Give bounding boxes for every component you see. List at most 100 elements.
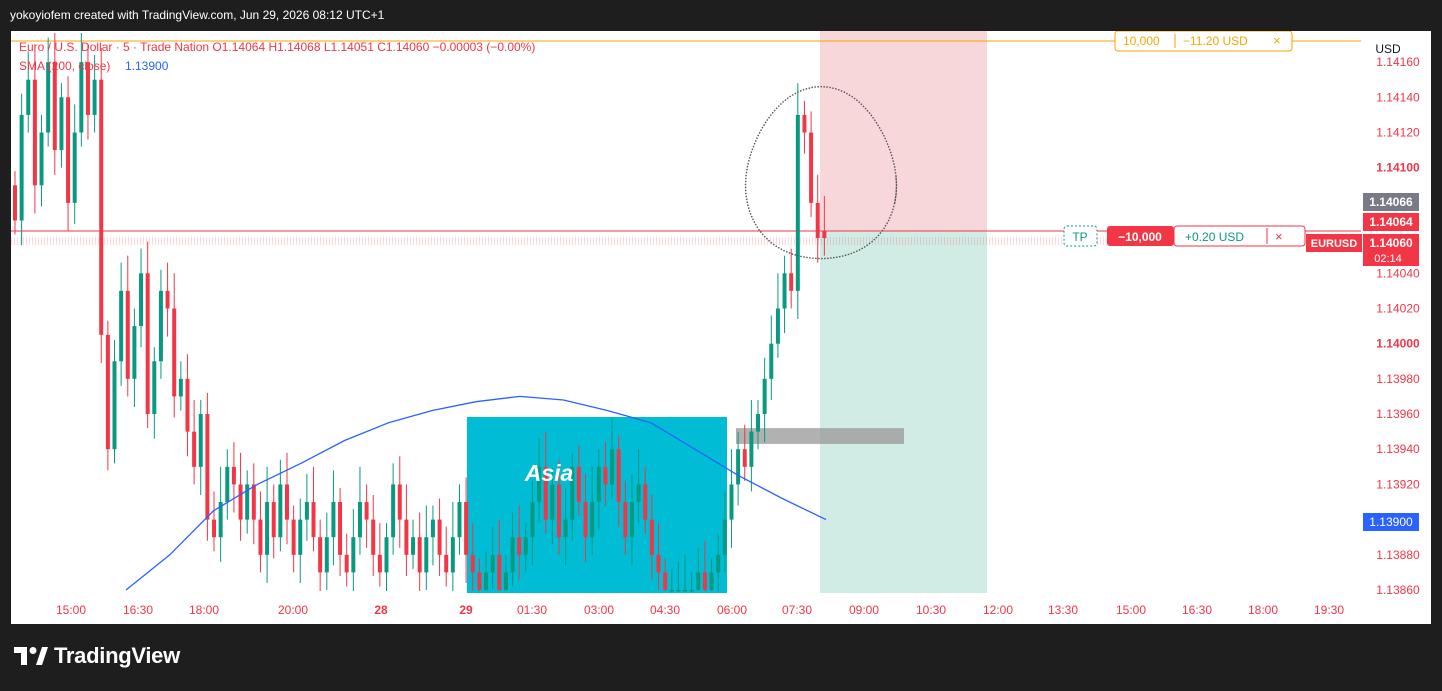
candle-body xyxy=(742,449,747,467)
candle-body xyxy=(318,537,323,573)
tp-tag: TP xyxy=(1072,230,1087,244)
tradingview-logo-icon xyxy=(14,647,48,665)
time-tick-label: 15:00 xyxy=(56,603,86,617)
candle-body xyxy=(815,202,820,239)
candle-body xyxy=(404,519,409,555)
price-axis[interactable]: USD 1.14160 1.14140 1.14120 1.14100 1.14040 1… xyxy=(1361,31,1431,597)
chart-panel[interactable]: Euro / U.S. Dollar · 5 · Trade Nation O1… xyxy=(11,30,1431,624)
candle-body xyxy=(285,484,289,520)
candle-body xyxy=(563,519,568,538)
take-profit-box[interactable]: TP −10,000 +0.20 USD × xyxy=(1063,225,1306,247)
candle-body xyxy=(709,572,714,590)
stop-loss-box[interactable]: 10,000 −11.20 USD × xyxy=(1114,30,1293,52)
candle-body xyxy=(583,502,588,538)
candle-body xyxy=(643,484,648,520)
candle-body xyxy=(139,273,144,327)
candle-body xyxy=(99,79,104,335)
high-price-tag: 1.14066 xyxy=(1369,195,1413,209)
time-tick-label: 04:30 xyxy=(650,603,680,617)
candle-body xyxy=(338,502,343,555)
tp-qty: −10,000 xyxy=(1118,230,1162,244)
candle-body xyxy=(795,114,800,291)
stop-loss-qty: 10,000 xyxy=(1123,34,1160,48)
candle-body xyxy=(271,502,276,538)
candle-body xyxy=(484,572,489,590)
candle-body xyxy=(762,378,767,415)
stop-loss-pnl: −11.20 USD xyxy=(1183,34,1248,48)
candle-body xyxy=(32,79,37,186)
candle-body xyxy=(464,502,469,555)
price-tick-label: 1.14020 xyxy=(1376,301,1420,315)
candle-body xyxy=(822,231,827,239)
candle-body xyxy=(716,554,721,573)
time-tick-label: 18:00 xyxy=(189,603,219,617)
candle-body xyxy=(105,334,110,450)
sma-price-tag: 1.13900 xyxy=(1369,515,1413,529)
time-tick-label: 28 xyxy=(374,603,388,617)
tp-close-icon[interactable]: × xyxy=(1275,229,1283,244)
time-tick-label: 18:00 xyxy=(1248,603,1278,617)
candle-body xyxy=(371,519,376,555)
candle-body xyxy=(391,484,396,538)
candle-body xyxy=(72,132,77,203)
candle-body xyxy=(736,449,741,485)
candle-body xyxy=(265,502,270,555)
candle-body xyxy=(311,502,316,538)
candle-body xyxy=(669,590,674,592)
price-chart[interactable]: Euro / U.S. Dollar · 5 · Trade Nation O1… xyxy=(11,30,1431,624)
candle-body xyxy=(397,484,402,520)
time-tick-label: 03:00 xyxy=(584,603,614,617)
candle-body xyxy=(683,590,688,592)
time-axis[interactable]: 15:00 16:30 18:00 20:00 28 29 01:30 03:00 04:30 0… xyxy=(11,594,1431,624)
currency-label[interactable]: USD xyxy=(1375,42,1401,56)
candle-body xyxy=(676,590,681,592)
time-tick-label: 13:30 xyxy=(1048,603,1078,617)
price-tick-label: 1.13880 xyxy=(1376,548,1420,562)
candle-body xyxy=(185,378,190,432)
countdown-tag: 02:14 xyxy=(1374,253,1402,265)
candle-body xyxy=(172,308,177,397)
candle-body xyxy=(119,290,124,362)
sma-legend-label: SMA (200, close) xyxy=(19,59,110,73)
candle-body xyxy=(331,502,336,538)
candle-body xyxy=(769,343,774,379)
candle-body xyxy=(603,466,608,485)
candle-body xyxy=(351,537,356,573)
candle-body xyxy=(789,273,794,291)
candle-body xyxy=(225,466,230,503)
attribution-bar: yokoyiofem created with TradingView.com,… xyxy=(0,0,1442,31)
price-tick-label: 1.14140 xyxy=(1376,90,1420,104)
candle-body xyxy=(490,554,495,573)
candle-body xyxy=(39,132,44,186)
candle-body xyxy=(357,502,362,538)
candle-body xyxy=(324,537,329,573)
candle-body xyxy=(623,502,628,538)
candle-body xyxy=(729,484,734,520)
candle-body xyxy=(178,378,183,397)
attribution-text: yokoyiofem created with TradingView.com,… xyxy=(10,8,385,22)
stop-loss-close-icon[interactable]: × xyxy=(1273,33,1281,48)
sma-legend-value: 1.13900 xyxy=(125,59,169,73)
candle-body xyxy=(258,519,263,555)
candle-body xyxy=(304,502,309,520)
price-tick-label: 1.14100 xyxy=(1376,161,1420,175)
candle-body xyxy=(523,537,528,555)
candle-body xyxy=(411,537,416,555)
candle-body xyxy=(125,290,130,379)
candle-body xyxy=(158,290,163,362)
candle-body xyxy=(689,590,694,592)
candle-body xyxy=(417,537,422,573)
time-tick-label: 20:00 xyxy=(278,603,308,617)
candle-body xyxy=(663,572,668,590)
current-price-tag: 1.14060 xyxy=(1369,236,1413,250)
candle-body xyxy=(702,572,707,590)
price-tick-label: 1.14160 xyxy=(1376,55,1420,69)
asia-session-label: Asia xyxy=(524,460,574,486)
time-tick-label: 07:30 xyxy=(782,603,812,617)
candle-body xyxy=(437,519,442,555)
candle-body xyxy=(722,519,727,555)
candle-body xyxy=(132,326,137,379)
price-tick-label: 1.13920 xyxy=(1376,477,1420,491)
candle-body xyxy=(802,114,807,133)
candle-body xyxy=(550,484,555,520)
